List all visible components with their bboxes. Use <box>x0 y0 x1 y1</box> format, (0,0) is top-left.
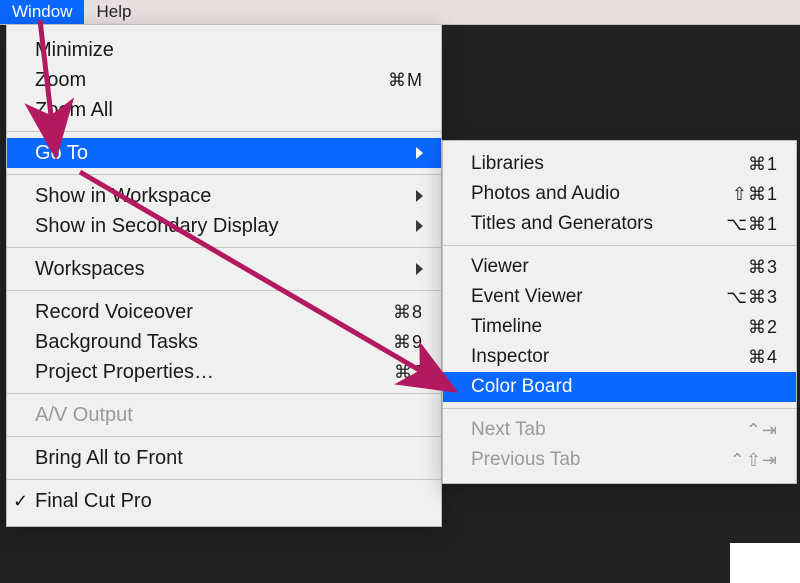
menubar-item-help[interactable]: Help <box>84 0 143 24</box>
menu-item-show-in-secondary[interactable]: Show in Secondary Display <box>7 211 441 241</box>
menu-item-label: Bring All to Front <box>35 447 423 470</box>
menu-item-label: Workspaces <box>35 258 406 281</box>
menu-item-label: Zoom <box>35 69 388 92</box>
menu-item-label: Viewer <box>471 256 748 278</box>
menu-item-shortcut: ⌃⇥ <box>746 420 778 441</box>
submenu-arrow-icon <box>416 190 423 202</box>
menu-item-minimize[interactable]: Minimize <box>7 35 441 65</box>
menu-item-zoom[interactable]: Zoom ⌘M <box>7 65 441 95</box>
menu-item-label: Next Tab <box>471 419 746 441</box>
menu-item-workspaces[interactable]: Workspaces <box>7 254 441 284</box>
menu-item-go-to[interactable]: Go To <box>7 138 441 168</box>
menu-item-shortcut: ⌘9 <box>393 332 423 353</box>
menu-item-shortcut: ⌘1 <box>748 154 778 175</box>
menu-item-av-output: A/V Output <box>7 400 441 430</box>
menu-item-label: Photos and Audio <box>471 183 732 205</box>
checkmark-icon: ✓ <box>13 491 28 512</box>
menubar-label: Help <box>96 2 131 22</box>
menu-item-timeline[interactable]: Timeline ⌘2 <box>443 312 796 342</box>
menu-separator <box>7 131 441 132</box>
menu-item-shortcut: ⌃⇧⇥ <box>730 450 778 471</box>
menubar-item-window[interactable]: Window <box>0 0 84 24</box>
menu-item-show-in-workspace[interactable]: Show in Workspace <box>7 181 441 211</box>
menubar-label: Window <box>12 2 72 22</box>
menu-item-label: Final Cut Pro <box>35 490 423 513</box>
menu-item-label: Zoom All <box>35 99 423 122</box>
menu-item-label: Record Voiceover <box>35 301 393 324</box>
menu-item-shortcut: ⌥⌘3 <box>726 287 778 308</box>
menu-item-final-cut-pro[interactable]: ✓ Final Cut Pro <box>7 486 441 516</box>
menu-item-previous-tab: Previous Tab ⌃⇧⇥ <box>443 445 796 475</box>
menu-item-label: Go To <box>35 142 406 165</box>
menu-item-label: Inspector <box>471 346 748 368</box>
menu-item-zoom-all[interactable]: Zoom All <box>7 95 441 125</box>
go-to-submenu: Libraries ⌘1 Photos and Audio ⇧⌘1 Titles… <box>442 140 797 484</box>
menu-item-record-voiceover[interactable]: Record Voiceover ⌘8 <box>7 297 441 327</box>
menu-item-background-tasks[interactable]: Background Tasks ⌘9 <box>7 327 441 357</box>
menu-item-viewer[interactable]: Viewer ⌘3 <box>443 252 796 282</box>
menu-item-inspector[interactable]: Inspector ⌘4 <box>443 342 796 372</box>
submenu-arrow-icon <box>416 147 423 159</box>
menu-item-label: Color Board <box>471 376 778 398</box>
menu-item-shortcut: ⌘4 <box>748 347 778 368</box>
submenu-arrow-icon <box>416 220 423 232</box>
menubar: Window Help <box>0 0 800 25</box>
menu-item-label: Event Viewer <box>471 286 726 308</box>
menu-item-shortcut: ⌘3 <box>748 257 778 278</box>
menu-item-color-board[interactable]: Color Board <box>443 372 796 402</box>
menu-item-label: Minimize <box>35 39 423 62</box>
menu-separator <box>7 247 441 248</box>
menu-item-label: Previous Tab <box>471 449 730 471</box>
menu-item-bring-all-to-front[interactable]: Bring All to Front <box>7 443 441 473</box>
menu-separator <box>7 174 441 175</box>
submenu-arrow-icon <box>416 263 423 275</box>
menu-item-label: A/V Output <box>35 404 423 427</box>
menu-item-label: Background Tasks <box>35 331 393 354</box>
menu-separator <box>7 393 441 394</box>
menu-item-photos-and-audio[interactable]: Photos and Audio ⇧⌘1 <box>443 179 796 209</box>
menu-item-event-viewer[interactable]: Event Viewer ⌥⌘3 <box>443 282 796 312</box>
menu-item-shortcut: ⌥⌘1 <box>726 214 778 235</box>
window-menu: Minimize Zoom ⌘M Zoom All Go To Show in … <box>6 24 442 527</box>
menu-item-label: Show in Secondary Display <box>35 215 406 238</box>
menu-item-next-tab: Next Tab ⌃⇥ <box>443 415 796 445</box>
menu-item-titles-and-generators[interactable]: Titles and Generators ⌥⌘1 <box>443 209 796 239</box>
menu-separator <box>7 479 441 480</box>
menu-item-shortcut: ⌘8 <box>393 302 423 323</box>
menu-item-label: Show in Workspace <box>35 185 406 208</box>
menu-item-project-properties[interactable]: Project Properties… ⌘J <box>7 357 441 387</box>
menu-separator <box>443 245 796 246</box>
menu-item-label: Timeline <box>471 316 748 338</box>
menu-item-shortcut: ⌘M <box>388 70 423 91</box>
menu-item-label: Libraries <box>471 153 748 175</box>
menu-separator <box>7 436 441 437</box>
menu-item-shortcut: ⇧⌘1 <box>732 184 778 205</box>
menu-item-shortcut: ⌘2 <box>748 317 778 338</box>
menu-item-shortcut: ⌘J <box>394 362 423 383</box>
menu-separator <box>7 290 441 291</box>
menu-item-libraries[interactable]: Libraries ⌘1 <box>443 149 796 179</box>
menu-item-label: Project Properties… <box>35 361 394 384</box>
menu-separator <box>443 408 796 409</box>
menu-item-label: Titles and Generators <box>471 213 726 235</box>
